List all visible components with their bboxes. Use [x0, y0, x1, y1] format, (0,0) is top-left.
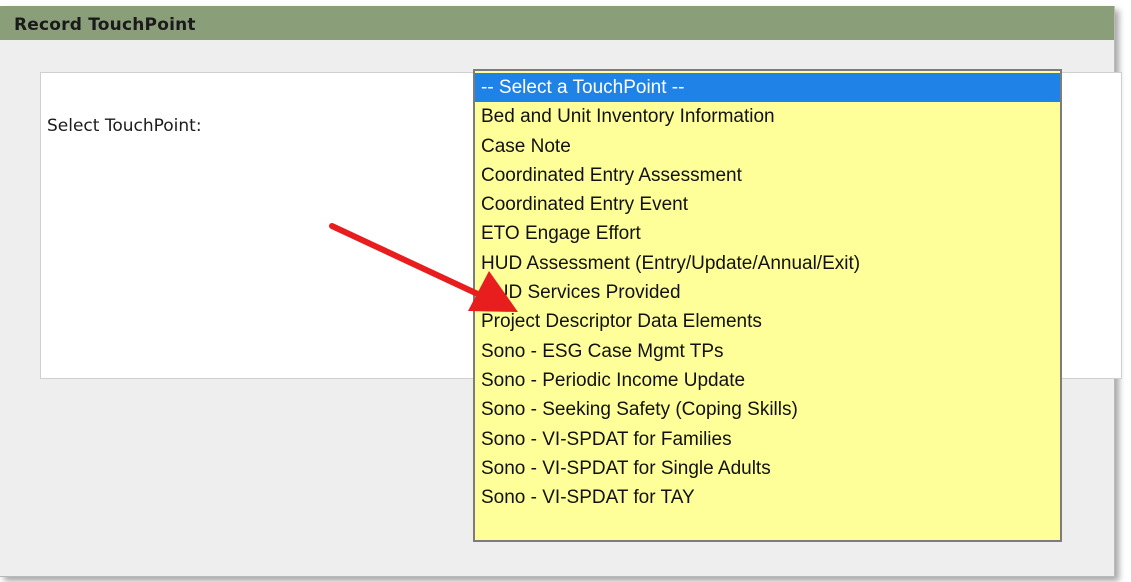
touchpoint-option[interactable]: Sono - ESG Case Mgmt TPs — [475, 337, 1060, 366]
touchpoint-option[interactable]: HUD Assessment (Entry/Update/Annual/Exit… — [475, 249, 1060, 278]
touchpoint-option[interactable]: HUD Services Provided — [475, 278, 1060, 307]
touchpoint-option[interactable]: Coordinated Entry Assessment — [475, 161, 1060, 190]
touchpoint-option[interactable]: ETO Engage Effort — [475, 219, 1060, 248]
touchpoint-option[interactable]: Case Note — [475, 132, 1060, 161]
touchpoint-option[interactable]: Sono - VI-SPDAT for Families — [475, 425, 1060, 454]
touchpoint-option[interactable]: Sono - VI-SPDAT for TAY — [475, 483, 1060, 512]
touchpoint-option[interactable]: Coordinated Entry Event — [475, 190, 1060, 219]
red-pointer-arrow-icon — [329, 223, 518, 312]
touchpoint-option[interactable]: Sono - VI-SPDAT for Single Adults — [475, 454, 1060, 483]
touchpoint-option[interactable]: Sono - Seeking Safety (Coping Skills) — [475, 395, 1060, 424]
select-touchpoint-label: Select TouchPoint: — [47, 116, 202, 136]
panel-titlebar: Record TouchPoint — [0, 6, 1114, 40]
touchpoint-option[interactable]: Bed and Unit Inventory Information — [475, 102, 1060, 131]
touchpoint-option[interactable]: Sono - Periodic Income Update — [475, 366, 1060, 395]
panel-title: Record TouchPoint — [14, 15, 196, 35]
touchpoint-listbox[interactable]: -- Select a TouchPoint -- Bed and Unit In… — [473, 69, 1062, 542]
touchpoint-option[interactable]: Project Descriptor Data Elements — [475, 307, 1060, 336]
touchpoint-option[interactable]: -- Select a TouchPoint -- — [475, 73, 1060, 103]
